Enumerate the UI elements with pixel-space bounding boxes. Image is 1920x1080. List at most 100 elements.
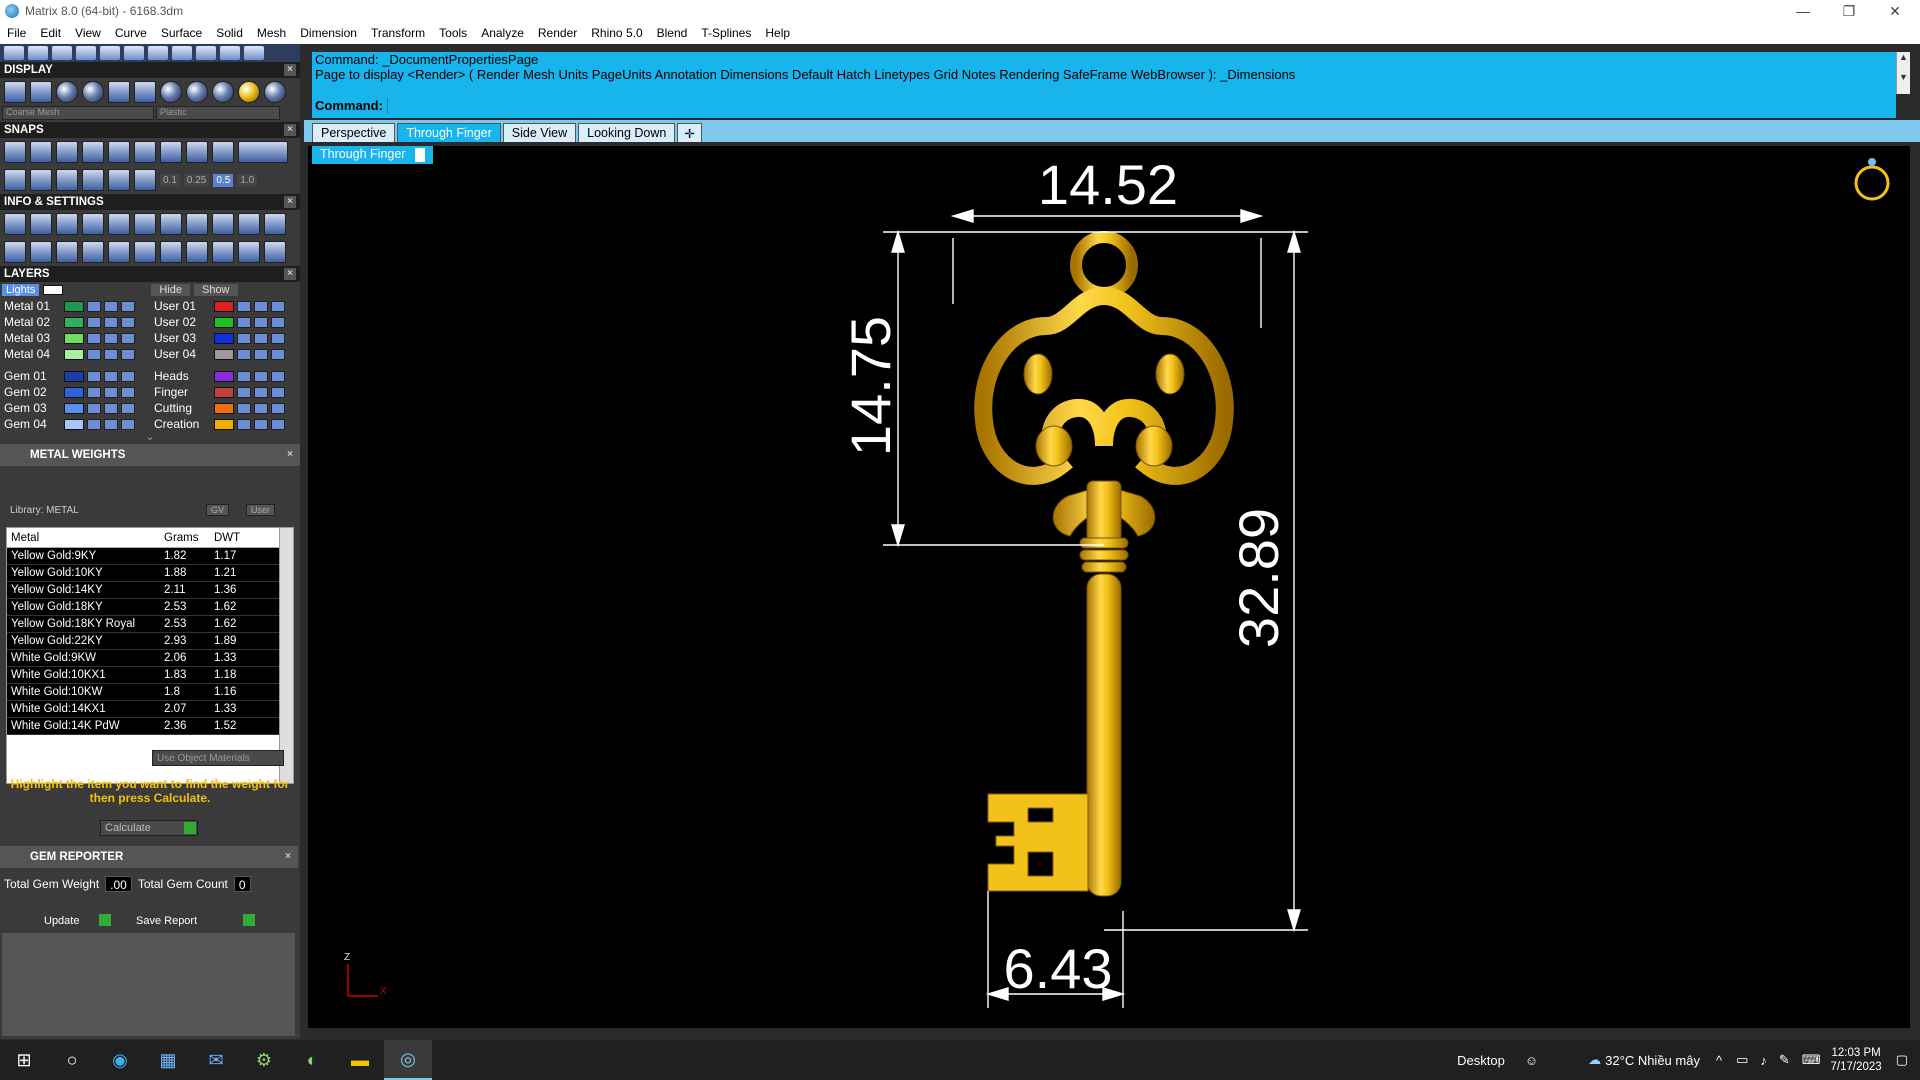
desktop-label[interactable]: Desktop <box>1457 1053 1505 1068</box>
search-icon[interactable]: ○ <box>48 1040 96 1080</box>
info-icon[interactable] <box>160 213 182 235</box>
material-ball-icon[interactable] <box>264 81 286 103</box>
settings-icon[interactable] <box>4 213 26 235</box>
pen-icon[interactable]: ✎ <box>1779 1052 1790 1068</box>
layer-row[interactable]: Creation <box>150 416 300 432</box>
add-tab-icon[interactable]: ✛ <box>677 123 702 142</box>
layer-lock-toggle[interactable] <box>87 348 101 360</box>
display-mode-icon[interactable] <box>108 81 130 103</box>
snap-icon[interactable] <box>108 169 130 191</box>
snap-icon[interactable] <box>30 141 52 163</box>
lights-label[interactable]: Lights <box>2 284 40 296</box>
layer-select-toggle[interactable] <box>271 348 285 360</box>
material-ball-icon[interactable] <box>212 81 234 103</box>
close-icon[interactable]: × <box>284 449 296 461</box>
layer-select-toggle[interactable] <box>271 402 285 414</box>
app-icon[interactable]: ◐ <box>288 1040 336 1080</box>
layer-select-toggle[interactable] <box>271 316 285 328</box>
snap-toggle-icon[interactable] <box>238 141 288 163</box>
layer-row[interactable]: Metal 01 <box>0 298 150 314</box>
snap-value[interactable]: 0.25 <box>183 173 210 187</box>
menu-tsplines[interactable]: T-Splines <box>694 26 758 40</box>
menu-mesh[interactable]: Mesh <box>250 26 293 40</box>
layer-lock-toggle[interactable] <box>87 402 101 414</box>
chevron-up-icon[interactable]: ^ <box>1716 1053 1722 1068</box>
clock[interactable]: 12:03 PM 7/17/2023 <box>1831 1046 1882 1074</box>
table-row[interactable]: Yellow Gold:18KY 2.53 1.62 <box>7 599 293 616</box>
layer-row[interactable]: Metal 02 <box>0 314 150 330</box>
windows-start-icon[interactable]: ⊞ <box>0 1040 48 1080</box>
material-ball-icon[interactable] <box>186 81 208 103</box>
show-button[interactable]: Show <box>193 284 238 296</box>
store-icon[interactable]: ▦ <box>144 1040 192 1080</box>
layer-row[interactable]: User 04 <box>150 346 300 362</box>
menu-transform[interactable]: Transform <box>364 26 432 40</box>
layer-visibility-toggle[interactable] <box>254 316 268 328</box>
info-icon[interactable] <box>56 213 78 235</box>
layer-lock-toggle[interactable] <box>237 386 251 398</box>
snap-icon[interactable] <box>56 169 78 191</box>
layer-select-toggle[interactable] <box>271 386 285 398</box>
app-icon[interactable]: ⚙ <box>240 1040 288 1080</box>
layer-row[interactable]: User 02 <box>150 314 300 330</box>
layer-color-swatch[interactable] <box>64 418 84 430</box>
layer-select-toggle[interactable] <box>121 418 135 430</box>
table-row[interactable]: White Gold:14KX1 2.07 1.33 <box>7 701 293 718</box>
close-button[interactable]: ✕ <box>1872 0 1918 22</box>
maximize-button[interactable]: ❐ <box>1826 0 1872 22</box>
layer-row[interactable]: Finger <box>150 384 300 400</box>
info-icon[interactable] <box>238 213 260 235</box>
tool-icon[interactable] <box>172 46 192 60</box>
tab-looking-down[interactable]: Looking Down <box>578 123 676 142</box>
weather-text[interactable]: 32°C Nhiều mây <box>1605 1053 1700 1068</box>
tool-icon[interactable] <box>220 46 240 60</box>
layer-visibility-toggle[interactable] <box>104 386 118 398</box>
menu-blend[interactable]: Blend <box>650 26 695 40</box>
command-scrollbar[interactable]: ▲ ▼ <box>1896 52 1910 94</box>
tab-side-view[interactable]: Side View <box>502 123 577 142</box>
mesh-dropdown[interactable]: Coarse Mesh <box>2 106 154 120</box>
info-icon[interactable] <box>134 213 156 235</box>
layer-color-swatch[interactable] <box>64 348 84 360</box>
shaded-icon[interactable] <box>30 81 52 103</box>
layer-lock-toggle[interactable] <box>87 316 101 328</box>
table-row[interactable]: White Gold:14K PdW 2.36 1.52 <box>7 718 293 735</box>
layer-row[interactable]: Gem 02 <box>0 384 150 400</box>
snap-icon[interactable] <box>134 141 156 163</box>
info-icon[interactable] <box>82 213 104 235</box>
layer-row[interactable]: Metal 04 <box>0 346 150 362</box>
grid-snap-icon[interactable] <box>4 169 26 191</box>
snap-icon[interactable] <box>82 141 104 163</box>
zoom-icon[interactable] <box>30 213 52 235</box>
close-icon[interactable]: × <box>284 268 296 280</box>
network-icon[interactable]: ▭ <box>1736 1052 1748 1068</box>
table-row[interactable]: Yellow Gold:22KY 2.93 1.89 <box>7 633 293 650</box>
layer-visibility-toggle[interactable] <box>254 370 268 382</box>
keyboard-icon[interactable]: ⌨ <box>1802 1052 1821 1068</box>
layer-row[interactable]: User 01 <box>150 298 300 314</box>
tool-icon[interactable] <box>28 46 48 60</box>
snap-icon[interactable] <box>160 141 182 163</box>
wireframe-icon[interactable] <box>4 81 26 103</box>
ring-icon[interactable] <box>1854 158 1890 201</box>
gold-ball-icon[interactable] <box>238 81 260 103</box>
snap-icon[interactable] <box>56 141 78 163</box>
display-mode-icon[interactable] <box>134 81 156 103</box>
matrix-taskbar-icon[interactable]: ◎ <box>384 1040 432 1080</box>
tool-icon[interactable] <box>4 46 24 60</box>
layer-select-toggle[interactable] <box>121 386 135 398</box>
mail-icon[interactable]: ✉ <box>192 1040 240 1080</box>
layer-lock-toggle[interactable] <box>87 300 101 312</box>
minimize-button[interactable]: — <box>1780 0 1826 22</box>
key-model[interactable] <box>974 231 1234 897</box>
menu-curve[interactable]: Curve <box>108 26 154 40</box>
layer-row[interactable]: Metal 03 <box>0 330 150 346</box>
layer-lock-toggle[interactable] <box>87 418 101 430</box>
info-icon[interactable] <box>4 241 26 263</box>
tool-icon[interactable] <box>244 46 264 60</box>
layer-lock-toggle[interactable] <box>87 332 101 344</box>
menu-render[interactable]: Render <box>531 26 584 40</box>
layer-lock-toggle[interactable] <box>237 418 251 430</box>
table-row[interactable]: Yellow Gold:9KY 1.82 1.17 <box>7 548 293 565</box>
tab-through-finger[interactable]: Through Finger <box>397 123 501 142</box>
